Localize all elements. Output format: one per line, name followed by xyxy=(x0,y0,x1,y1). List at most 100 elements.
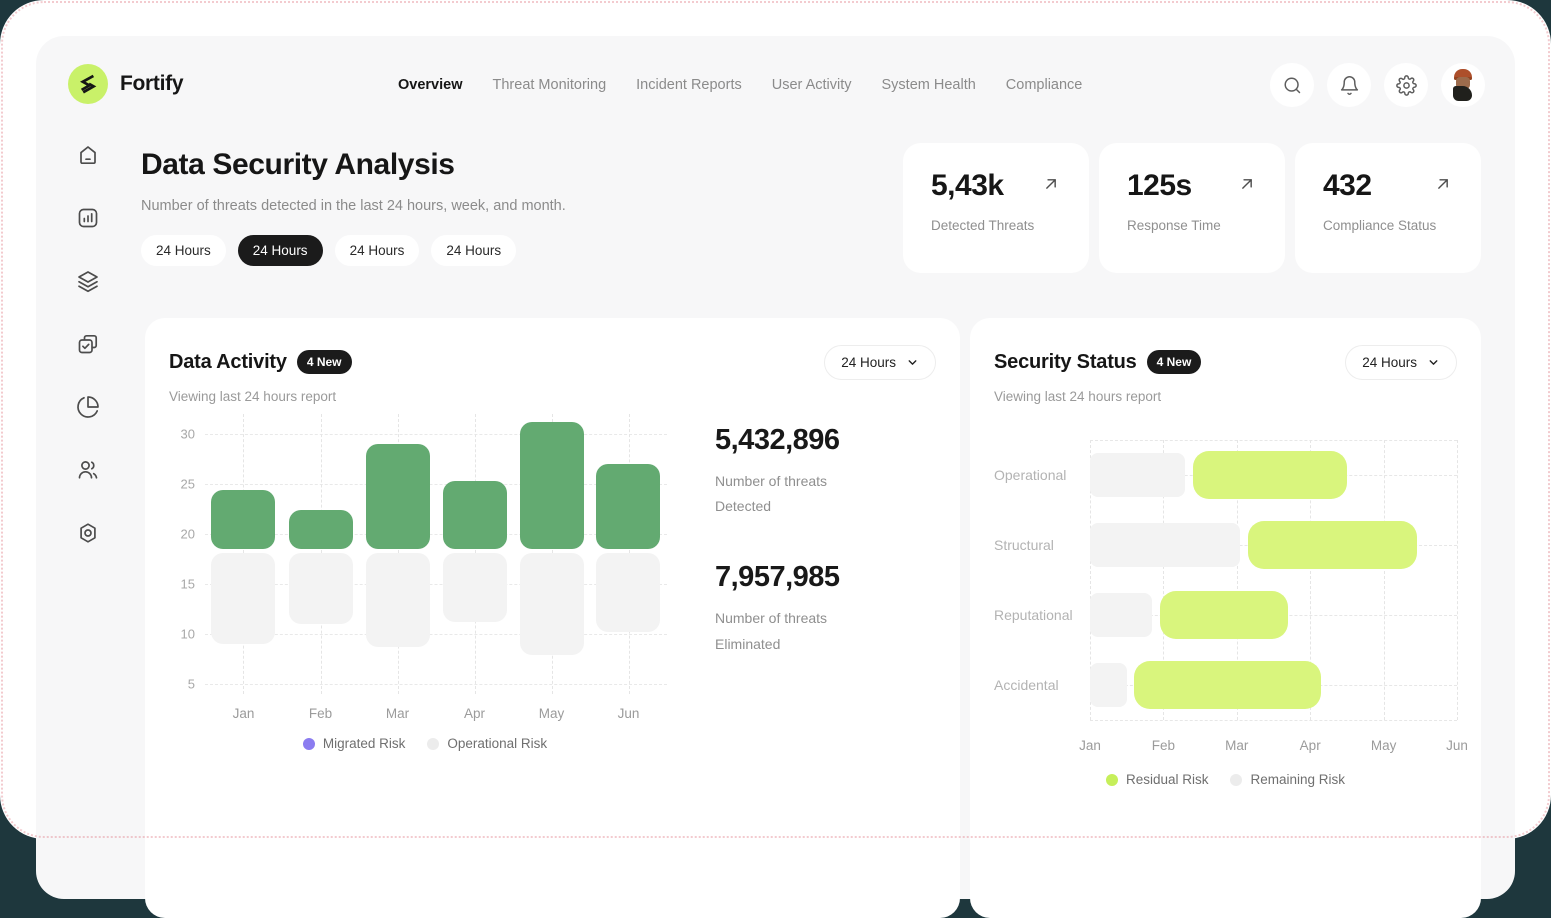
x-tick-label-apr: Apr xyxy=(1300,738,1321,753)
analytics-icon xyxy=(76,218,100,233)
avatar-beard xyxy=(1453,86,1472,101)
stat-cards: 5,43kDetected Threats125sResponse Time43… xyxy=(903,143,1481,273)
nav-item-compliance[interactable]: Compliance xyxy=(1006,77,1083,93)
security-status-range-value: 24 Hours xyxy=(1362,355,1417,370)
x-tick-label-may: May xyxy=(1371,738,1397,753)
metric-value: 5,432,896 xyxy=(715,424,936,457)
arrow-up-right-icon xyxy=(1237,174,1257,199)
gridline-v xyxy=(1384,440,1385,720)
data-activity-range-value: 24 Hours xyxy=(841,355,896,370)
x-tick-label-jan: Jan xyxy=(1079,738,1101,753)
sidebar-item-layers[interactable] xyxy=(76,269,100,293)
nav-item-user-activity[interactable]: User Activity xyxy=(772,77,852,93)
y-tick-label: 25 xyxy=(169,477,195,492)
chevron-down-icon xyxy=(1427,356,1440,369)
security-status-subtitle: Viewing last 24 hours report xyxy=(994,389,1457,408)
user-avatar[interactable] xyxy=(1441,63,1485,107)
bar-residual-risk-reputational xyxy=(1160,591,1288,639)
sidebar-item-pie[interactable] xyxy=(76,395,100,419)
gridline-h xyxy=(205,434,667,435)
stat-card-detected-threats[interactable]: 5,43k Detected Threats xyxy=(903,143,1089,273)
security-status-title: Security Status xyxy=(994,351,1137,374)
data-activity-body: 51015202530 JanFebMarAprMayJun Migrated … xyxy=(169,414,936,751)
nav-item-incident-reports[interactable]: Incident Reports xyxy=(636,77,742,93)
search-icon xyxy=(1282,75,1303,96)
metric-label-line1: Number of threats xyxy=(715,469,936,494)
sidebar-item-security[interactable] xyxy=(76,521,100,545)
security-status-header: Security Status 4 New 24 Hours xyxy=(994,342,1457,382)
home-icon xyxy=(76,155,100,170)
data-activity-range-dropdown[interactable]: 24 Hours xyxy=(824,345,936,380)
data-activity-card: Data Activity 4 New 24 Hours Viewing las… xyxy=(145,318,960,918)
gridline-h xyxy=(1090,440,1457,441)
chevron-down-icon xyxy=(906,356,919,369)
security-status-legend: Residual RiskRemaining Risk xyxy=(994,772,1457,787)
x-tick-label-apr: Apr xyxy=(464,706,485,721)
gear-icon xyxy=(1396,75,1417,96)
data-activity-header: Data Activity 4 New 24 Hours xyxy=(169,342,936,382)
bar-migrated-risk-jun xyxy=(596,464,660,549)
stat-top: 5,43k xyxy=(931,169,1061,203)
filter-pill-1[interactable]: 24 Hours xyxy=(141,235,226,266)
security-status-range-dropdown[interactable]: 24 Hours xyxy=(1345,345,1457,380)
arrow-up-right-icon xyxy=(1041,174,1061,199)
gridline-h xyxy=(205,684,667,685)
bar-remaining-risk-structural xyxy=(1090,523,1240,567)
category-label-reputational: Reputational xyxy=(994,607,1073,623)
bell-icon xyxy=(1339,75,1360,96)
bar-migrated-risk-may xyxy=(520,422,584,549)
category-label-accidental: Accidental xyxy=(994,677,1059,693)
nav-item-system-health[interactable]: System Health xyxy=(882,77,976,93)
bar-migrated-risk-jan xyxy=(211,490,275,549)
bar-remaining-risk-accidental xyxy=(1090,663,1127,707)
data-activity-subtitle: Viewing last 24 hours report xyxy=(169,389,936,408)
bar-residual-risk-accidental xyxy=(1134,661,1321,709)
security-icon xyxy=(76,533,100,548)
filter-pill-2[interactable]: 24 Hours xyxy=(238,235,323,266)
sidebar-item-tasks[interactable] xyxy=(76,332,100,356)
gridline-v xyxy=(1457,440,1458,720)
stat-value: 432 xyxy=(1323,169,1372,203)
data-activity-metrics: 5,432,896Number of threatsDetected7,957,… xyxy=(681,414,936,751)
dashboard-surface: Fortify OverviewThreat MonitoringInciden… xyxy=(36,36,1515,899)
sidebar-item-analytics[interactable] xyxy=(76,206,100,230)
nav-item-overview[interactable]: Overview xyxy=(398,77,463,93)
legend-label: Migrated Risk xyxy=(323,736,406,751)
y-tick-label: 15 xyxy=(169,577,195,592)
legend-dot xyxy=(303,738,315,750)
main-nav: Overview Threat Monitoring Incident Report… xyxy=(398,77,1082,93)
stat-label: Detected Threats xyxy=(931,218,1061,233)
sidebar-item-home[interactable] xyxy=(76,143,100,167)
metric-eliminated: 7,957,985Number of threatsEliminated xyxy=(715,561,936,656)
bell-button[interactable] xyxy=(1327,63,1371,107)
metric-detected: 5,432,896Number of threatsDetected xyxy=(715,424,936,519)
data-activity-legend: Migrated RiskOperational Risk xyxy=(169,736,681,751)
users-icon xyxy=(76,470,100,485)
legend-label: Residual Risk xyxy=(1126,772,1209,787)
gridline-h xyxy=(1090,720,1457,721)
y-tick-label: 5 xyxy=(169,677,195,692)
security-status-badge: 4 New xyxy=(1147,350,1202,374)
x-tick-label-feb: Feb xyxy=(309,706,332,721)
gear-button[interactable] xyxy=(1384,63,1428,107)
fortify-mark-icon xyxy=(76,72,100,96)
data-activity-badge: 4 New xyxy=(297,350,352,374)
topbar-actions xyxy=(1270,63,1485,107)
y-tick-label: 10 xyxy=(169,627,195,642)
filter-pill-3[interactable]: 24 Hours xyxy=(335,235,420,266)
category-label-operational: Operational xyxy=(994,467,1066,483)
nav-item-threat-monitoring[interactable]: Threat Monitoring xyxy=(493,77,607,93)
stat-card-response-time[interactable]: 125sResponse Time xyxy=(1099,143,1285,273)
arrow-up-right-icon xyxy=(1433,174,1453,199)
filter-pill-4[interactable]: 24 Hours xyxy=(431,235,516,266)
fortify-logo-icon xyxy=(68,64,108,104)
stat-card-compliance-status[interactable]: 432Compliance Status xyxy=(1295,143,1481,273)
bar-residual-risk-structural xyxy=(1248,521,1417,569)
metric-value: 7,957,985 xyxy=(715,561,936,594)
bar-remaining-risk-operational xyxy=(1090,453,1185,497)
bar-operational-risk-feb xyxy=(289,553,353,624)
data-activity-plot: 51015202530 xyxy=(205,414,667,694)
search-button[interactable] xyxy=(1270,63,1314,107)
sidebar-item-users[interactable] xyxy=(76,458,100,482)
bar-operational-risk-jan xyxy=(211,553,275,644)
